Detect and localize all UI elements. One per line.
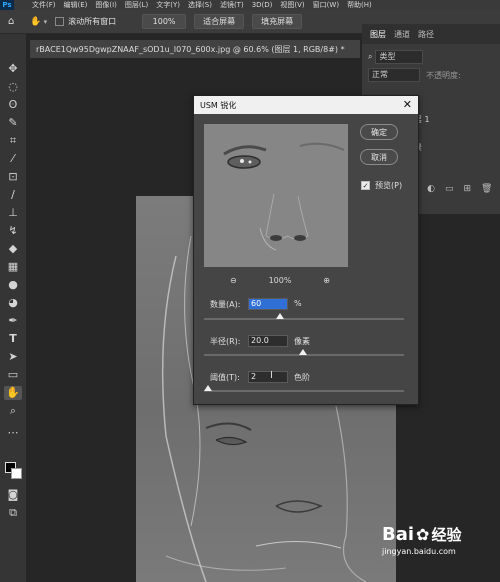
- amount-unit: %: [294, 299, 302, 308]
- dodge-tool-icon[interactable]: ◕: [4, 296, 22, 310]
- opacity-label: 不透明度:: [426, 70, 461, 80]
- tab-paths[interactable]: 路径: [418, 29, 434, 40]
- radius-slider-thumb[interactable]: [299, 349, 307, 355]
- quick-select-tool-icon[interactable]: ✎: [4, 116, 22, 130]
- menu-select[interactable]: 选择(S): [188, 0, 212, 10]
- threshold-unit: 色阶: [294, 373, 310, 382]
- tools-panel: ✥ ◌ ʘ ✎ ⌗ ⁄ ⊡ ∕ ⊥ ↯ ◆ ▦ ● ◕ ✒ T ➤ ▭ ✋ ⌕ …: [0, 34, 26, 582]
- gradient-tool-icon[interactable]: ▦: [4, 260, 22, 274]
- group-icon[interactable]: ▭: [445, 184, 454, 194]
- baidu-watermark: Bai ✿ 经验 jingyan.baidu.com: [382, 524, 498, 580]
- zoom-out-icon[interactable]: ⊖: [230, 276, 237, 285]
- menu-view[interactable]: 视图(V): [280, 0, 304, 10]
- fit-screen-button[interactable]: 适合屏幕: [194, 14, 245, 29]
- search-icon: ⌕: [368, 52, 373, 61]
- preview-zoom-value: 100%: [268, 275, 292, 285]
- more-tools-icon[interactable]: ⋯: [4, 426, 22, 440]
- radius-label: 半径(R):: [210, 337, 241, 346]
- rectangle-tool-icon[interactable]: ▭: [4, 368, 22, 382]
- preview-label: 预览(P): [375, 181, 403, 190]
- trash-icon[interactable]: 🗑: [481, 184, 492, 194]
- dialog-title: USM 锐化: [200, 100, 237, 110]
- eyedropper-tool-icon[interactable]: ⁄: [4, 152, 22, 166]
- blur-tool-icon[interactable]: ●: [4, 278, 22, 292]
- scroll-all-label: 滚动所有窗口: [68, 17, 117, 26]
- healing-tool-icon[interactable]: ⊡: [4, 170, 22, 184]
- threshold-slider-thumb[interactable]: [204, 385, 212, 391]
- marquee-tool-icon[interactable]: ◌: [4, 80, 22, 94]
- lasso-tool-icon[interactable]: ʘ: [4, 98, 22, 112]
- amount-input[interactable]: 60: [248, 298, 288, 310]
- threshold-label: 阈值(T):: [210, 373, 240, 382]
- menu-file[interactable]: 文件(F): [32, 0, 56, 10]
- eraser-tool-icon[interactable]: ◆: [4, 242, 22, 256]
- threshold-input[interactable]: 2: [248, 371, 288, 383]
- menu-type[interactable]: 文字(Y): [156, 0, 180, 10]
- threshold-slider[interactable]: [204, 385, 404, 392]
- pen-tool-icon[interactable]: ✒: [4, 314, 22, 328]
- menu-layer[interactable]: 图层(L): [125, 0, 148, 10]
- new-layer-icon[interactable]: ⊞: [464, 184, 472, 194]
- hand-tool-icon[interactable]: ✋: [4, 386, 22, 400]
- menu-image[interactable]: 图像(I): [95, 0, 117, 10]
- cancel-button[interactable]: 取消: [360, 149, 398, 165]
- blend-mode-select[interactable]: 正常: [368, 68, 420, 82]
- panel-footer-icons: ◘ ◐ ▭ ⊞ 🗑: [410, 182, 492, 196]
- quick-mask-icon[interactable]: ◙: [4, 488, 22, 502]
- crop-tool-icon[interactable]: ⌗: [4, 134, 22, 148]
- radius-unit: 像素: [294, 337, 310, 346]
- watermark-brand2: 经验: [431, 526, 462, 544]
- chevron-down-icon[interactable]: ▾: [44, 18, 48, 26]
- layers-panel-tabs: 图层 通道 路径: [362, 24, 500, 44]
- radius-input[interactable]: 20.0: [248, 335, 288, 347]
- tab-channels[interactable]: 通道: [394, 29, 410, 40]
- tab-layers[interactable]: 图层: [370, 29, 386, 40]
- amount-slider[interactable]: [204, 313, 404, 320]
- move-tool-icon[interactable]: ✥: [4, 62, 22, 76]
- zoom-in-icon[interactable]: ⊕: [323, 276, 330, 285]
- ps-logo: Ps: [0, 0, 14, 10]
- watermark-brand: Bai: [382, 524, 415, 545]
- zoom-100-button[interactable]: 100%: [142, 14, 187, 29]
- menu-3d[interactable]: 3D(D): [252, 1, 273, 9]
- hand-tool-icon[interactable]: ✋: [30, 17, 41, 27]
- preview-face: [204, 124, 348, 267]
- menu-help[interactable]: 帮助(H): [347, 0, 372, 10]
- history-brush-tool-icon[interactable]: ↯: [4, 224, 22, 238]
- dialog-title-bar[interactable]: USM 锐化 ✕: [194, 96, 418, 114]
- brush-tool-icon[interactable]: ∕: [4, 188, 22, 202]
- blend-mode-row: 正常 不透明度:: [368, 68, 461, 82]
- usm-sharpen-dialog: USM 锐化 ✕ 确定 取消 ✓ 预览(P) ⊖ 100% ⊕ 数量(A): 6…: [193, 95, 419, 405]
- preview-checkbox[interactable]: ✓: [361, 181, 370, 190]
- home-icon[interactable]: ⌂: [8, 16, 14, 27]
- photoshop-window: Ps 文件(F) 编辑(E) 图像(I) 图层(L) 文字(Y) 选择(S) 滤…: [0, 0, 500, 582]
- close-icon[interactable]: ✕: [403, 98, 412, 111]
- path-select-tool-icon[interactable]: ➤: [4, 350, 22, 364]
- layer-kind-select[interactable]: 类型: [375, 50, 424, 64]
- menu-window[interactable]: 窗口(W): [313, 0, 339, 10]
- menu-bar: Ps 文件(F) 编辑(E) 图像(I) 图层(L) 文字(Y) 选择(S) 滤…: [0, 0, 500, 10]
- amount-label: 数量(A):: [210, 300, 241, 309]
- zoom-tool-icon[interactable]: ⌕: [4, 404, 22, 418]
- filter-preview[interactable]: [204, 124, 348, 267]
- adjustment-icon[interactable]: ◐: [427, 184, 435, 194]
- scroll-all-checkbox[interactable]: [55, 17, 65, 26]
- type-tool-icon[interactable]: T: [4, 332, 22, 346]
- document-tab[interactable]: rBACE1Qw95DgwpZNAAF_sOD1u_I070_600x.jpg …: [30, 40, 360, 58]
- ok-button[interactable]: 确定: [360, 124, 398, 140]
- radius-slider[interactable]: [204, 349, 404, 356]
- document-tab-title: rBACE1Qw95DgwpZNAAF_sOD1u_I070_600x.jpg …: [36, 44, 345, 54]
- menu-edit[interactable]: 编辑(E): [64, 0, 88, 10]
- watermark-url: jingyan.baidu.com: [382, 547, 456, 556]
- fill-screen-button[interactable]: 填充屏幕: [252, 14, 303, 29]
- layer-filter-row[interactable]: ⌕ 类型: [368, 50, 424, 64]
- screen-mode-icon[interactable]: ⧉: [4, 506, 22, 520]
- amount-slider-thumb[interactable]: [276, 313, 284, 319]
- preview-zoom-row: ⊖ 100% ⊕: [230, 274, 330, 286]
- background-color-swatch[interactable]: [11, 468, 22, 479]
- text-cursor-icon: I: [270, 370, 273, 381]
- menu-filter[interactable]: 滤镜(T): [220, 0, 244, 10]
- paw-icon: ✿: [416, 525, 430, 544]
- stamp-tool-icon[interactable]: ⊥: [4, 206, 22, 220]
